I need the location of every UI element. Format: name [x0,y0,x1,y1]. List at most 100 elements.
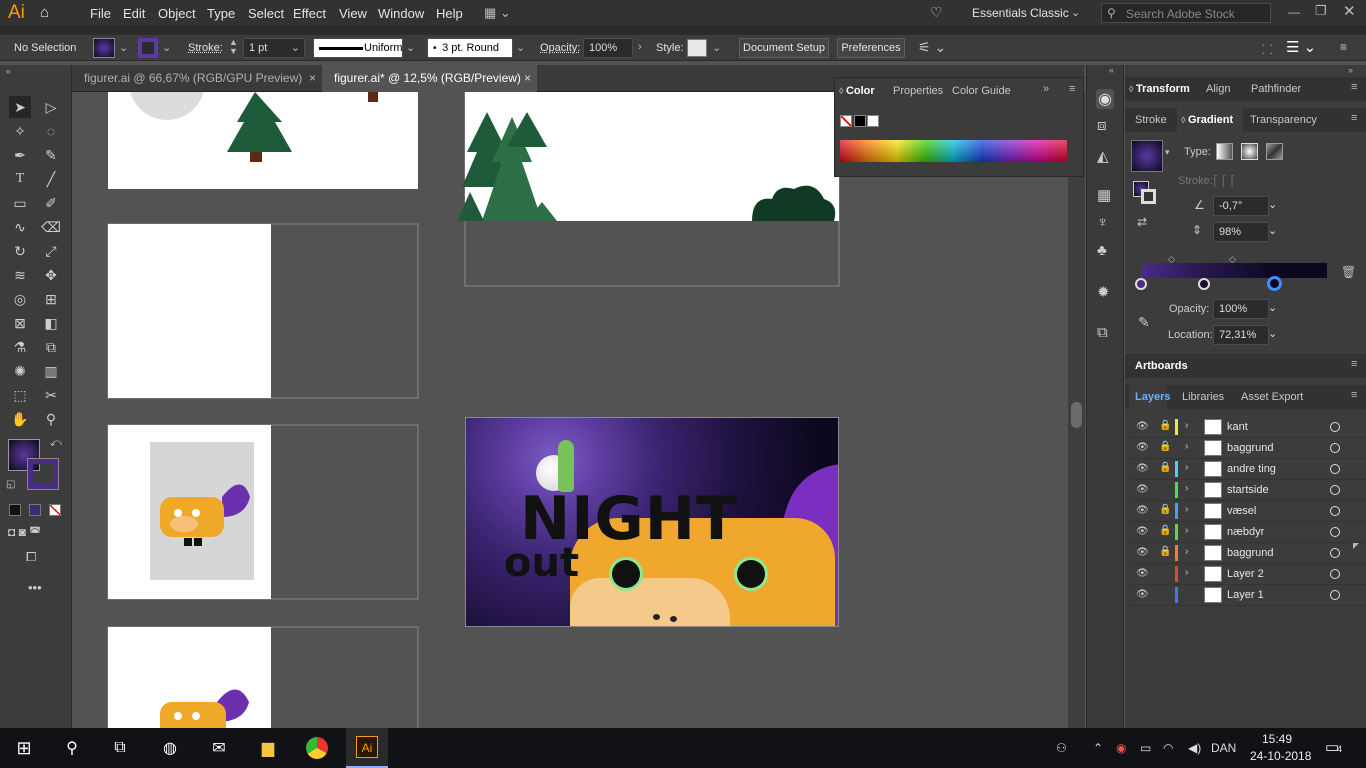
gradient-stroke-swatch[interactable] [1141,189,1156,204]
battery-icon[interactable]: ▭ [1140,741,1151,755]
collapse-panels-icon[interactable]: » [1348,65,1353,75]
mail-icon[interactable]: ✉ [205,734,233,762]
panel-menu-icon[interactable]: ≡ [1351,358,1357,370]
layer-row[interactable]: 👁 🔒 › kant [1130,417,1366,438]
graphic-styles-icon[interactable]: ✹ [1097,283,1110,301]
layer-target-icon[interactable] [1330,506,1340,516]
warp-tool-icon[interactable]: ≋ [9,264,31,286]
expand-layer-icon[interactable]: › [1185,462,1188,473]
selection-tool-icon[interactable]: ➤ [9,96,31,118]
lock-icon[interactable]: 🔒 [1159,546,1171,557]
gradient-preview[interactable] [1131,140,1163,172]
reverse-gradient-icon[interactable]: ⇄ [1137,215,1147,229]
preferences-button[interactable]: Preferences [837,38,905,58]
profile-dropdown-icon[interactable]: ⌄ [406,41,415,54]
gradient-angle-field[interactable]: -0,7° [1213,196,1269,216]
layer-row[interactable]: 👁 Layer 1 [1130,585,1366,606]
clock-date[interactable]: 24-10-2018 [1250,749,1311,763]
gradient-slider[interactable] [1141,263,1327,278]
menu-effect[interactable]: Effect [293,6,326,21]
opacity-dropdown-icon[interactable]: ⌄ [1268,301,1277,314]
expand-layer-icon[interactable]: › [1185,546,1188,557]
gradient-stop-3[interactable] [1267,276,1282,291]
stroke-dropdown-icon[interactable]: ⌄ [162,41,171,54]
layer-name[interactable]: væsel [1227,505,1256,517]
layer-name[interactable]: andre ting [1227,463,1276,475]
tab-figurer-12[interactable]: figurer.ai* @ 12,5% (RGB/Preview) × [322,65,537,92]
expand-layer-icon[interactable]: › [1185,504,1188,515]
stock-search[interactable]: ⚲ Search Adobe Stock [1101,3,1271,23]
workspace-switcher[interactable]: Essentials Classic [972,6,1069,20]
visibility-eye-icon[interactable]: 👁 [1136,505,1149,516]
hand-tool-icon[interactable]: ✋ [9,408,31,430]
tray-app-icon[interactable]: ◉ [1116,741,1126,755]
stroke-weight-field[interactable]: 1 pt ⌄ [243,38,305,58]
menu-file[interactable]: File [90,6,111,21]
expand-layer-icon[interactable]: › [1185,420,1188,431]
artboard-tool-icon[interactable]: ⬚ [9,384,31,406]
menu-help[interactable]: Help [436,6,463,21]
panel-menu-icon[interactable]: ≡ [1351,112,1357,124]
appearance-icon[interactable]: ◉ [1096,89,1114,109]
default-colors-icon[interactable]: ◱ [6,479,15,490]
expand-layer-icon[interactable]: › [1185,525,1188,536]
file-explorer-icon[interactable]: ▆ [254,734,282,762]
shape-builder-tool-icon[interactable]: ◎ [9,288,31,310]
screen-mode-icon[interactable]: ⧠ [26,549,36,565]
menu-type[interactable]: Type [207,6,235,21]
tab-stroke[interactable]: Stroke [1135,114,1167,126]
paintbrush-tool-icon[interactable]: ✐ [40,192,62,214]
gradient-stop-2[interactable] [1198,278,1210,290]
close-tab-icon[interactable]: × [524,65,531,92]
layer-name[interactable]: næbdyr [1227,526,1264,538]
stop-location-field[interactable]: 72,31% [1213,325,1269,345]
style-dropdown-icon[interactable]: ⌄ [712,41,721,54]
tab-libraries[interactable]: Libraries [1182,391,1224,403]
show-hidden-icons[interactable]: ⌃ [1093,741,1103,755]
menu-select[interactable]: Select [248,6,284,21]
brush-dropdown-icon[interactable]: ⌄ [516,41,525,54]
expand-panel-icon[interactable]: » [1043,83,1049,95]
tab-properties[interactable]: Properties [893,85,943,97]
color-spectrum[interactable] [840,140,1067,162]
color-mode-icon[interactable] [9,504,21,516]
visibility-eye-icon[interactable]: 👁 [1136,484,1149,495]
brushes-icon[interactable]: ♆ [1097,214,1108,231]
chrome-icon[interactable] [303,734,331,762]
mesh-tool-icon[interactable]: ⊠ [9,312,31,334]
layer-target-icon[interactable] [1330,464,1340,474]
lock-icon[interactable]: 🔒 [1159,441,1171,452]
expand-layer-icon[interactable]: › [1185,567,1188,578]
opacity-label[interactable]: Opacity: [540,42,580,54]
document-setup-button[interactable]: Document Setup [739,38,829,58]
gradient-mode-icon[interactable] [29,504,41,516]
draw-normal-icon[interactable]: ◘ ◙ ◚ [8,525,41,539]
layer-name[interactable]: Layer 2 [1227,568,1264,580]
lock-icon[interactable]: 🔒 [1159,525,1171,536]
stroke-swatch[interactable] [138,38,158,58]
menu-object[interactable]: Object [158,6,196,21]
lock-icon[interactable]: 🔒 [1159,462,1171,473]
variable-width-profile[interactable]: Uniform [313,38,403,58]
layer-name[interactable]: baggrund [1227,547,1274,559]
stop-opacity-field[interactable]: 100% [1213,299,1269,319]
search-icon[interactable]: ⚲ [58,734,86,762]
layer-name[interactable]: kant [1227,421,1248,433]
zoom-tool-icon[interactable]: ⚲ [40,408,62,430]
none-swatch[interactable] [840,115,852,127]
home-icon[interactable]: ⌂ [40,4,49,21]
expand-layer-icon[interactable]: › [1185,483,1188,494]
gradient-tool-icon[interactable]: ◧ [40,312,62,334]
lightbulb-icon[interactable]: ♡ [930,4,943,21]
collapse-toolbar-icon[interactable]: « [6,66,11,76]
tab-figurer-66[interactable]: figurer.ai @ 66,67% (RGB/GPU Preview) × [72,65,322,92]
tab-align[interactable]: Align [1206,83,1230,95]
eyedropper-icon[interactable]: ✎ [1138,314,1150,331]
linear-gradient-button[interactable] [1216,143,1233,160]
tab-pathfinder[interactable]: Pathfinder [1251,83,1301,95]
app-icon[interactable]: ◍ [156,734,184,762]
layer-row[interactable]: 👁 🔒 › væsel [1130,501,1366,522]
layer-name[interactable]: startside [1227,484,1269,496]
shaper-tool-icon[interactable]: ∿ [9,216,31,238]
scale-tool-icon[interactable]: ⤢ [40,240,62,262]
